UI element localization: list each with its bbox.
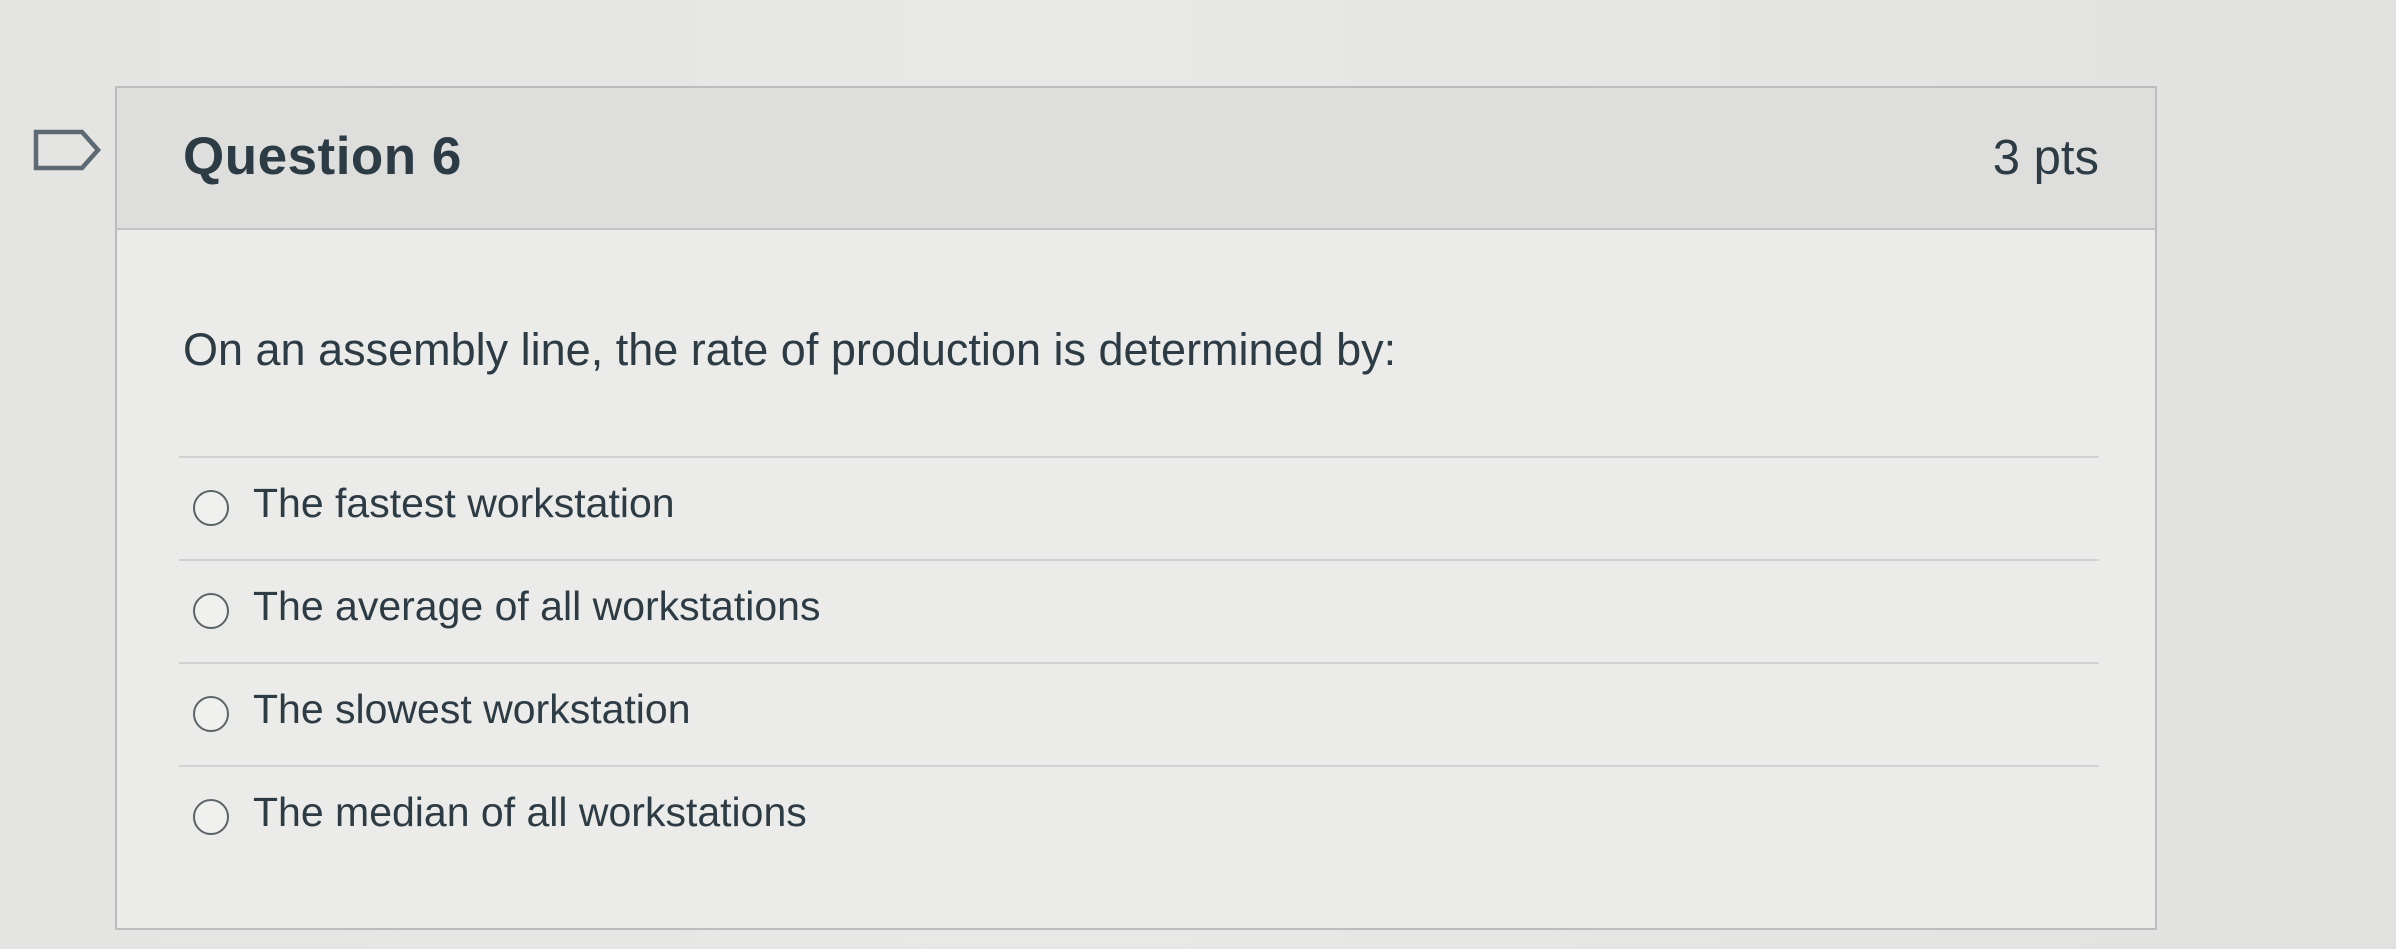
answer-label[interactable]: The average of all workstations (253, 583, 820, 630)
question-points: 3 pts (1992, 131, 2099, 185)
flag-question-icon[interactable] (32, 128, 104, 172)
answer-label[interactable]: The fastest workstation (253, 480, 675, 527)
answer-label[interactable]: The slowest workstation (253, 686, 691, 733)
answer-list: The fastest workstation The average of a… (179, 456, 2099, 868)
question-card: Question 6 3 pts On an assembly line, th… (115, 86, 2157, 930)
radio-button[interactable] (193, 490, 229, 526)
radio-button[interactable] (193, 799, 229, 835)
answer-label[interactable]: The median of all workstations (253, 789, 807, 836)
question-text: On an assembly line, the rate of product… (183, 324, 1397, 375)
answer-option[interactable]: The average of all workstations (179, 561, 2099, 664)
answer-option[interactable]: The slowest workstation (179, 664, 2099, 767)
answer-option[interactable]: The fastest workstation (179, 458, 2099, 561)
radio-button[interactable] (193, 593, 229, 629)
radio-button[interactable] (193, 696, 229, 732)
question-header: Question 6 3 pts (117, 88, 2155, 230)
answer-option[interactable]: The median of all workstations (179, 767, 2099, 868)
question-title: Question 6 (183, 127, 462, 186)
